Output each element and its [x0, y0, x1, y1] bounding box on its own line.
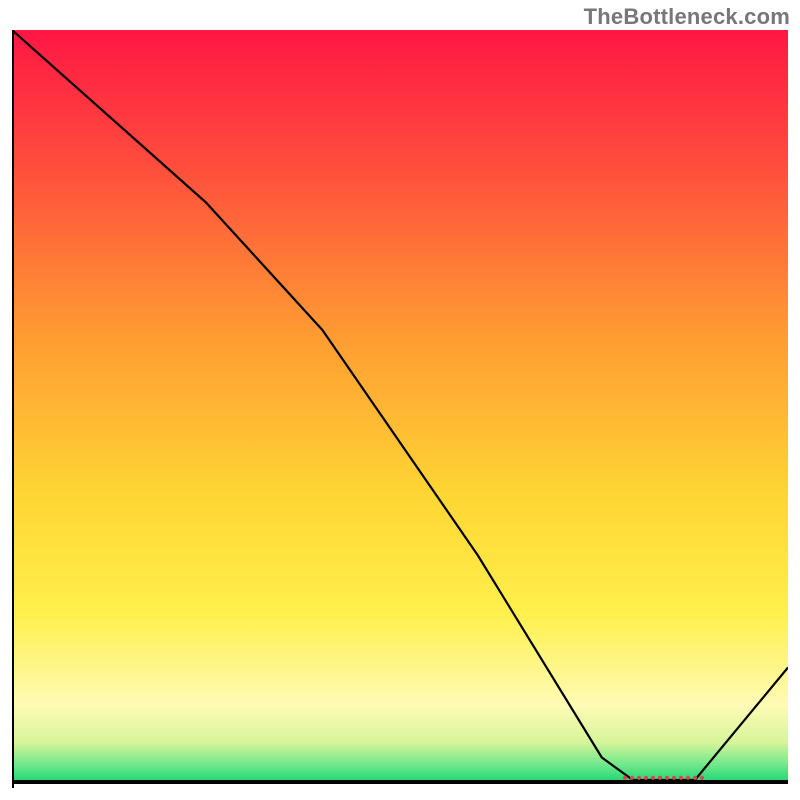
- optimum-marker-dot: [665, 776, 669, 780]
- optimum-marker-dot: [637, 776, 641, 780]
- optimum-marker-dot: [679, 776, 683, 780]
- gradient-background: [12, 30, 788, 780]
- optimum-marker-dot: [644, 776, 648, 780]
- optimum-marker-dot: [651, 776, 655, 780]
- optimum-marker-dot: [693, 776, 697, 780]
- optimum-marker-dot: [658, 776, 662, 780]
- optimum-marker-dot: [623, 776, 627, 780]
- optimum-marker-dot: [672, 776, 676, 780]
- chart-container: TheBottleneck.com: [0, 0, 800, 800]
- optimum-marker-dot: [700, 776, 704, 780]
- optimum-marker-dot: [630, 776, 634, 780]
- attribution-label: TheBottleneck.com: [584, 4, 790, 30]
- bottleneck-chart: [12, 30, 788, 788]
- optimum-marker-dot: [686, 776, 690, 780]
